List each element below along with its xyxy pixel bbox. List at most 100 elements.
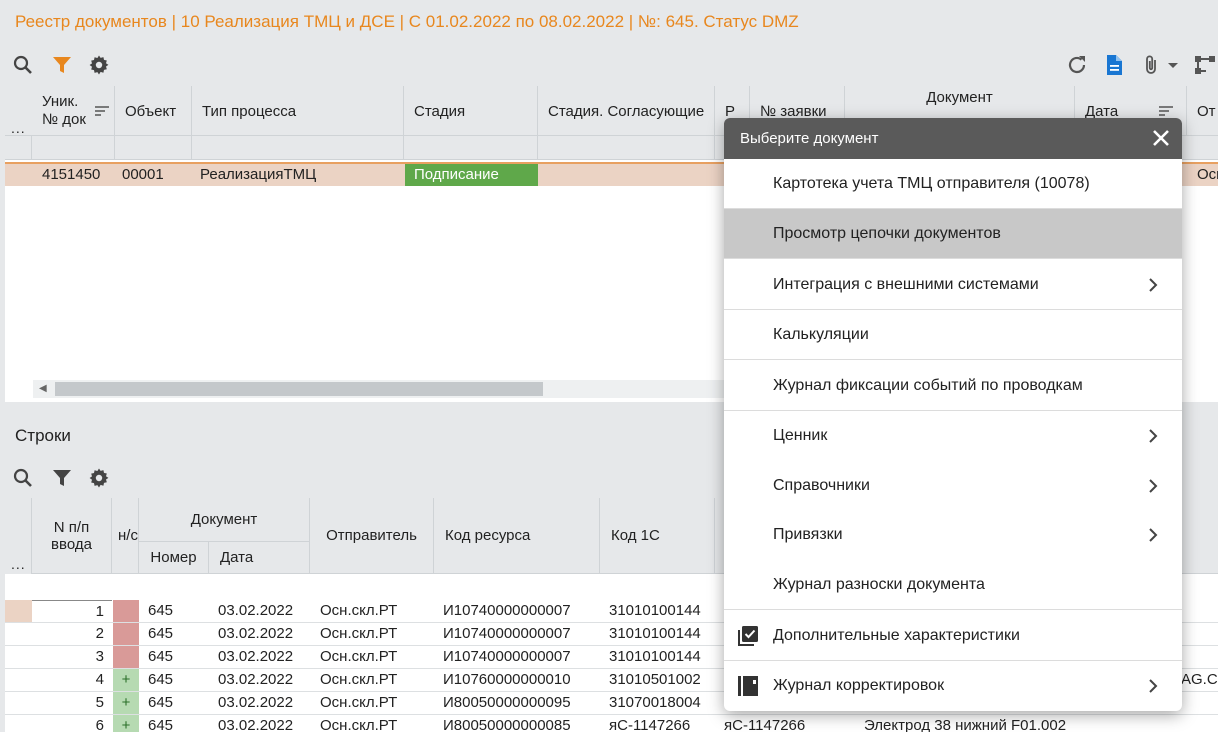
col-header-document[interactable]: Документ [139, 498, 310, 542]
col-label-uid: Уник. № док [42, 93, 86, 128]
filter-cell[interactable] [115, 136, 192, 160]
cell-flag [113, 646, 139, 668]
stage-badge: Подписание [405, 164, 538, 186]
menu-item-additional-characteristics[interactable]: Дополнительные характеристики [724, 611, 1182, 661]
cell-flag [113, 623, 139, 645]
cell-doc-number: 645 [148, 625, 174, 642]
checklist-icon [738, 626, 758, 646]
col-header-line-no[interactable]: N п/п ввода [32, 498, 112, 574]
popup-header: Выберите документ [724, 118, 1182, 159]
col-header-process-type[interactable]: Тип процесса [192, 86, 404, 136]
cell-doc-number: 645 [148, 717, 174, 732]
cell-sender: Осн.скл.РТ [320, 717, 398, 732]
cell-code-1c: 31010501002 [609, 671, 701, 688]
select-document-popup: Выберите документ Картотека учета ТМЦ от… [724, 118, 1182, 711]
sort-icon[interactable] [94, 104, 110, 118]
dropdown-arrow-icon[interactable] [1165, 53, 1181, 77]
sort-icon[interactable] [1158, 104, 1174, 118]
menu-item-price-tag[interactable]: Ценник [724, 411, 1182, 461]
menu-label: Справочники [773, 477, 870, 494]
cell-line-no: 5 [95, 694, 104, 711]
cell-doc-number: 645 [148, 602, 174, 619]
cell-code-1c: яС-1147266 [609, 717, 691, 732]
chevron-right-icon [1149, 679, 1158, 693]
cell-doc-date: 03.02.2022 [218, 625, 294, 642]
gear-icon[interactable] [87, 466, 111, 490]
search-icon[interactable] [11, 466, 35, 490]
menu-item-events-journal[interactable]: Журнал фиксации событий по проводкам [724, 361, 1182, 411]
chevron-right-icon [1149, 429, 1158, 443]
cell-flag: + [113, 692, 139, 714]
col-header-object[interactable]: Объект [115, 86, 192, 136]
menu-label: Интеграция с внешними системами [773, 276, 1039, 293]
cell-sender: Осн.скл.РТ [320, 648, 398, 665]
cell-flag [113, 600, 139, 622]
menu-item-calculations[interactable]: Калькуляции [724, 310, 1182, 360]
filter-icon[interactable] [50, 466, 74, 490]
col-header-stage[interactable]: Стадия [404, 86, 538, 136]
col-header-doc-date[interactable]: Дата [209, 542, 310, 574]
filter-cell[interactable] [32, 136, 115, 160]
filter-cell[interactable] [538, 136, 715, 160]
menu-item-posting-journal[interactable]: Журнал разноски документа [724, 560, 1182, 610]
col-label-date: Дата [1085, 102, 1119, 120]
menu-item-document-chain[interactable]: Просмотр цепочки документов [724, 209, 1182, 259]
filter-icon[interactable] [50, 53, 74, 77]
attachment-icon[interactable] [1139, 53, 1163, 77]
menu-label: Просмотр цепочки документов [773, 225, 1001, 242]
menu-label: Журнал фиксации событий по проводкам [773, 377, 1083, 394]
col-header-resource-code[interactable]: Код ресурса [434, 498, 600, 574]
col-header-from[interactable]: От [1187, 86, 1218, 136]
scrollbar-thumb[interactable] [55, 382, 543, 396]
menu-item-directories[interactable]: Справочники [724, 461, 1182, 511]
menu-label: Калькуляции [773, 326, 869, 343]
col-header-menu [5, 498, 32, 574]
cell-sender: Осн.скл.РТ [320, 625, 398, 642]
cell-doc-date: 03.02.2022 [218, 602, 294, 619]
row-selector[interactable] [5, 600, 32, 622]
gear-icon[interactable] [87, 53, 111, 77]
refresh-icon[interactable] [1065, 53, 1089, 77]
document-icon[interactable] [1102, 53, 1126, 77]
cell-resource-code: И10740000000007 [443, 648, 571, 665]
cell-doc-number: 645 [148, 648, 174, 665]
col-header-sender[interactable]: Отправитель [310, 498, 434, 574]
cell-extra: Электрод 38 нижний F01.002 [864, 717, 1067, 732]
search-icon[interactable] [11, 53, 35, 77]
close-icon[interactable] [1150, 127, 1172, 149]
title-bar: Реестр документов | 10 Реализация ТМЦ и … [0, 0, 1218, 44]
diagram-icon[interactable] [1193, 53, 1217, 77]
horizontal-scrollbar[interactable]: ◀ [33, 380, 733, 398]
col-header-code-1c[interactable]: Код 1С [600, 498, 715, 574]
cell-doc-date: 03.02.2022 [218, 671, 294, 688]
cell-doc-date: 03.02.2022 [218, 694, 294, 711]
menu-item-sender-card[interactable]: Картотека учета ТМЦ отправителя (10078) [724, 159, 1182, 209]
menu-item-integration[interactable]: Интеграция с внешними системами [724, 260, 1182, 310]
col-header-uid[interactable]: Уник. № док [32, 86, 115, 136]
menu-item-corrections-journal[interactable]: Журнал корректировок [724, 661, 1182, 711]
cell-line-no: 1 [32, 600, 112, 622]
cell-sender: Осн.скл.РТ [320, 671, 398, 688]
filter-cell[interactable] [404, 136, 538, 160]
cell-object: 00001 [122, 166, 164, 183]
cell-line-no: 4 [95, 671, 104, 688]
cell-extra: AG.C [1181, 671, 1218, 688]
cell-from: Осн [1197, 166, 1218, 183]
menu-label: Картотека учета ТМЦ отправителя (10078) [773, 175, 1090, 192]
cell-resource-code: И10740000000007 [443, 602, 571, 619]
col-header-stage-approvers[interactable]: Стадия. Согласующие [538, 86, 715, 136]
col-header-nc[interactable]: н/с [112, 498, 139, 574]
row-menu-button[interactable]: ... [11, 120, 26, 136]
table-row[interactable]: 6 + 645 03.02.2022 Осн.скл.РТ И800500000… [5, 715, 1218, 732]
cell-line-no: 6 [95, 717, 104, 732]
menu-item-bindings[interactable]: Привязки [724, 510, 1182, 560]
scroll-left-icon[interactable]: ◀ [39, 383, 47, 394]
col-header-doc-number[interactable]: Номер [139, 542, 209, 574]
filter-cell[interactable] [192, 136, 404, 160]
popup-title: Выберите документ [740, 130, 879, 147]
cell-resource-code: И80050000000085 [443, 717, 571, 732]
cell-flag: + [113, 715, 139, 732]
menu-label: Ценник [773, 427, 828, 444]
chevron-right-icon [1149, 479, 1158, 493]
cell-resource-code: И80050000000095 [443, 694, 571, 711]
